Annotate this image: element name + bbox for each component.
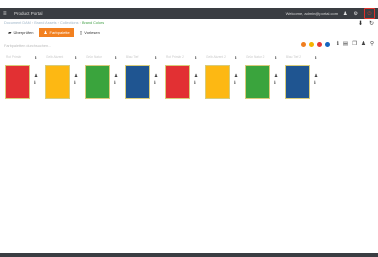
card-actions: ♟ ℹ [234, 73, 238, 86]
color-swatch[interactable] [85, 65, 110, 99]
card-actions: ♟ ℹ [114, 73, 118, 86]
tab-label: Vorlesen [84, 30, 100, 35]
color-swatch[interactable] [5, 65, 30, 99]
filter-hint[interactable]: Farbpaletten durchsuchen... [4, 44, 51, 48]
user-email: Welcome, admin@portal.com [285, 11, 339, 16]
breadcrumb: Document DAM › Brand Assets › Collection… [4, 21, 104, 25]
info-icon[interactable]: ℹ [235, 55, 237, 60]
download-icon[interactable]: ⬇ [358, 20, 363, 27]
card-actions: ♟ ℹ [274, 73, 278, 86]
grid-icon[interactable]: ⚲ [370, 41, 374, 47]
color-swatch[interactable] [245, 65, 270, 99]
card-caption: Grün Natur 2 [246, 55, 265, 59]
filter-yellow-dot[interactable] [308, 41, 314, 47]
info-icon[interactable]: ℹ [194, 80, 198, 87]
card-actions: ♟ ℹ [314, 73, 318, 86]
info-icon[interactable]: ℹ [115, 55, 117, 60]
card-caption: Blau Tief 2 [286, 55, 302, 59]
breadcrumb-separator: › [57, 21, 59, 25]
briefcase-icon: ▰ [8, 29, 12, 35]
breadcrumb-separator: › [31, 21, 34, 25]
color-card[interactable]: Blau Tief ℹ ♟ ℹ [124, 55, 164, 99]
color-swatch[interactable] [285, 65, 310, 99]
app-title: Product Portal [14, 11, 43, 16]
info-icon[interactable]: ℹ [315, 55, 317, 60]
card-caption: Rot Primär [6, 55, 22, 59]
color-swatch[interactable] [125, 65, 150, 99]
filter-orange-dot[interactable] [300, 41, 306, 47]
user-icon: ♟ [43, 29, 48, 35]
tab-palette[interactable]: ♟ Farbpalette [39, 28, 74, 37]
document-icon[interactable]: ▤ [343, 41, 348, 47]
card-actions: ♟ ℹ [194, 73, 198, 86]
copy-icon[interactable]: ❐ [352, 41, 357, 47]
color-swatch[interactable] [45, 65, 70, 99]
color-card-list: Rot Primär ℹ ♟ ℹ Gelb Akzent ℹ ♟ ℹ Grün Na… [4, 55, 324, 99]
tab-label: Überprüfen [13, 30, 34, 35]
info-icon[interactable]: ℹ [74, 80, 78, 87]
breadcrumb-item[interactable]: Collections [60, 21, 79, 25]
card-caption: Blau Tief [126, 55, 139, 59]
card-caption: Rot Primär 2 [166, 55, 184, 59]
user-icon[interactable]: ♟ [361, 41, 366, 47]
card-caption: Grün Natur [86, 55, 102, 59]
card-actions: ♟ ℹ [74, 73, 78, 86]
info-icon[interactable]: ℹ [195, 55, 197, 60]
card-caption: Gelb Akzent [46, 55, 64, 59]
file-icon: ▯ [79, 29, 83, 35]
tab-read-aloud[interactable]: ▯ Vorlesen [76, 28, 104, 37]
info-icon[interactable]: ℹ [154, 80, 158, 87]
info-icon[interactable]: ℹ [34, 80, 38, 87]
top-navigation-bar: ≡ Product Portal Welcome, admin@portal.c… [0, 8, 378, 19]
breadcrumb-separator: › [79, 21, 81, 25]
toolbar: ℹ ▤ ❐ ♟ ⚲ [300, 41, 374, 47]
breadcrumb-item[interactable]: Document DAM [4, 21, 31, 25]
card-caption: Gelb Akzent 2 [206, 55, 226, 59]
color-swatch[interactable] [205, 65, 230, 99]
tab-review[interactable]: ▰ Überprüfen [4, 28, 37, 37]
hamburger-icon[interactable]: ≡ [3, 11, 10, 17]
color-card[interactable]: Grün Natur 2 ℹ ♟ ℹ [244, 55, 284, 99]
info-icon[interactable]: ℹ [114, 80, 118, 87]
tab-bar: ▰ Überprüfen ♟ Farbpalette ▯ Vorlesen [4, 28, 106, 37]
info-icon[interactable]: ℹ [337, 41, 339, 47]
tab-label: Farbpalette [49, 30, 70, 35]
color-card[interactable]: Gelb Akzent ℹ ♟ ℹ [44, 55, 84, 99]
color-card[interactable]: Rot Primär 2 ℹ ♟ ℹ [164, 55, 204, 99]
color-card[interactable]: Blau Tief 2 ℹ ♟ ℹ [284, 55, 324, 99]
info-icon[interactable]: ℹ [234, 80, 238, 87]
user-icon[interactable]: ♟ [343, 11, 347, 17]
color-card[interactable]: Rot Primär ℹ ♟ ℹ [4, 55, 44, 99]
breadcrumb-current: Brand Colors [81, 21, 105, 25]
info-icon[interactable]: ℹ [274, 80, 278, 87]
info-icon[interactable]: ℹ [155, 55, 157, 60]
info-icon[interactable]: ℹ [275, 55, 277, 60]
refresh-icon[interactable]: ↻ [369, 20, 374, 27]
color-card[interactable]: Gelb Akzent 2 ℹ ♟ ℹ [204, 55, 244, 99]
info-icon[interactable]: ℹ [314, 80, 318, 87]
info-icon[interactable]: ℹ [35, 55, 37, 60]
settings-icon[interactable]: ⚙ [354, 11, 358, 17]
bottom-bar [0, 253, 378, 257]
page-actions: ⬇ ↻ [352, 20, 374, 27]
color-card[interactable]: Grün Natur ℹ ♟ ℹ [84, 55, 124, 99]
card-actions: ♟ ℹ [154, 73, 158, 86]
filter-blue-dot[interactable] [324, 41, 330, 47]
filter-red-dot[interactable] [316, 41, 322, 47]
power-icon[interactable]: ⏻ [364, 8, 375, 19]
header-right: Welcome, admin@portal.com ♟ ⚙ ⏻ [286, 8, 378, 19]
info-icon[interactable]: ℹ [75, 55, 77, 60]
card-actions: ♟ ℹ [34, 73, 38, 86]
color-swatch[interactable] [165, 65, 190, 99]
breadcrumb-item[interactable]: Brand Assets [34, 21, 56, 25]
